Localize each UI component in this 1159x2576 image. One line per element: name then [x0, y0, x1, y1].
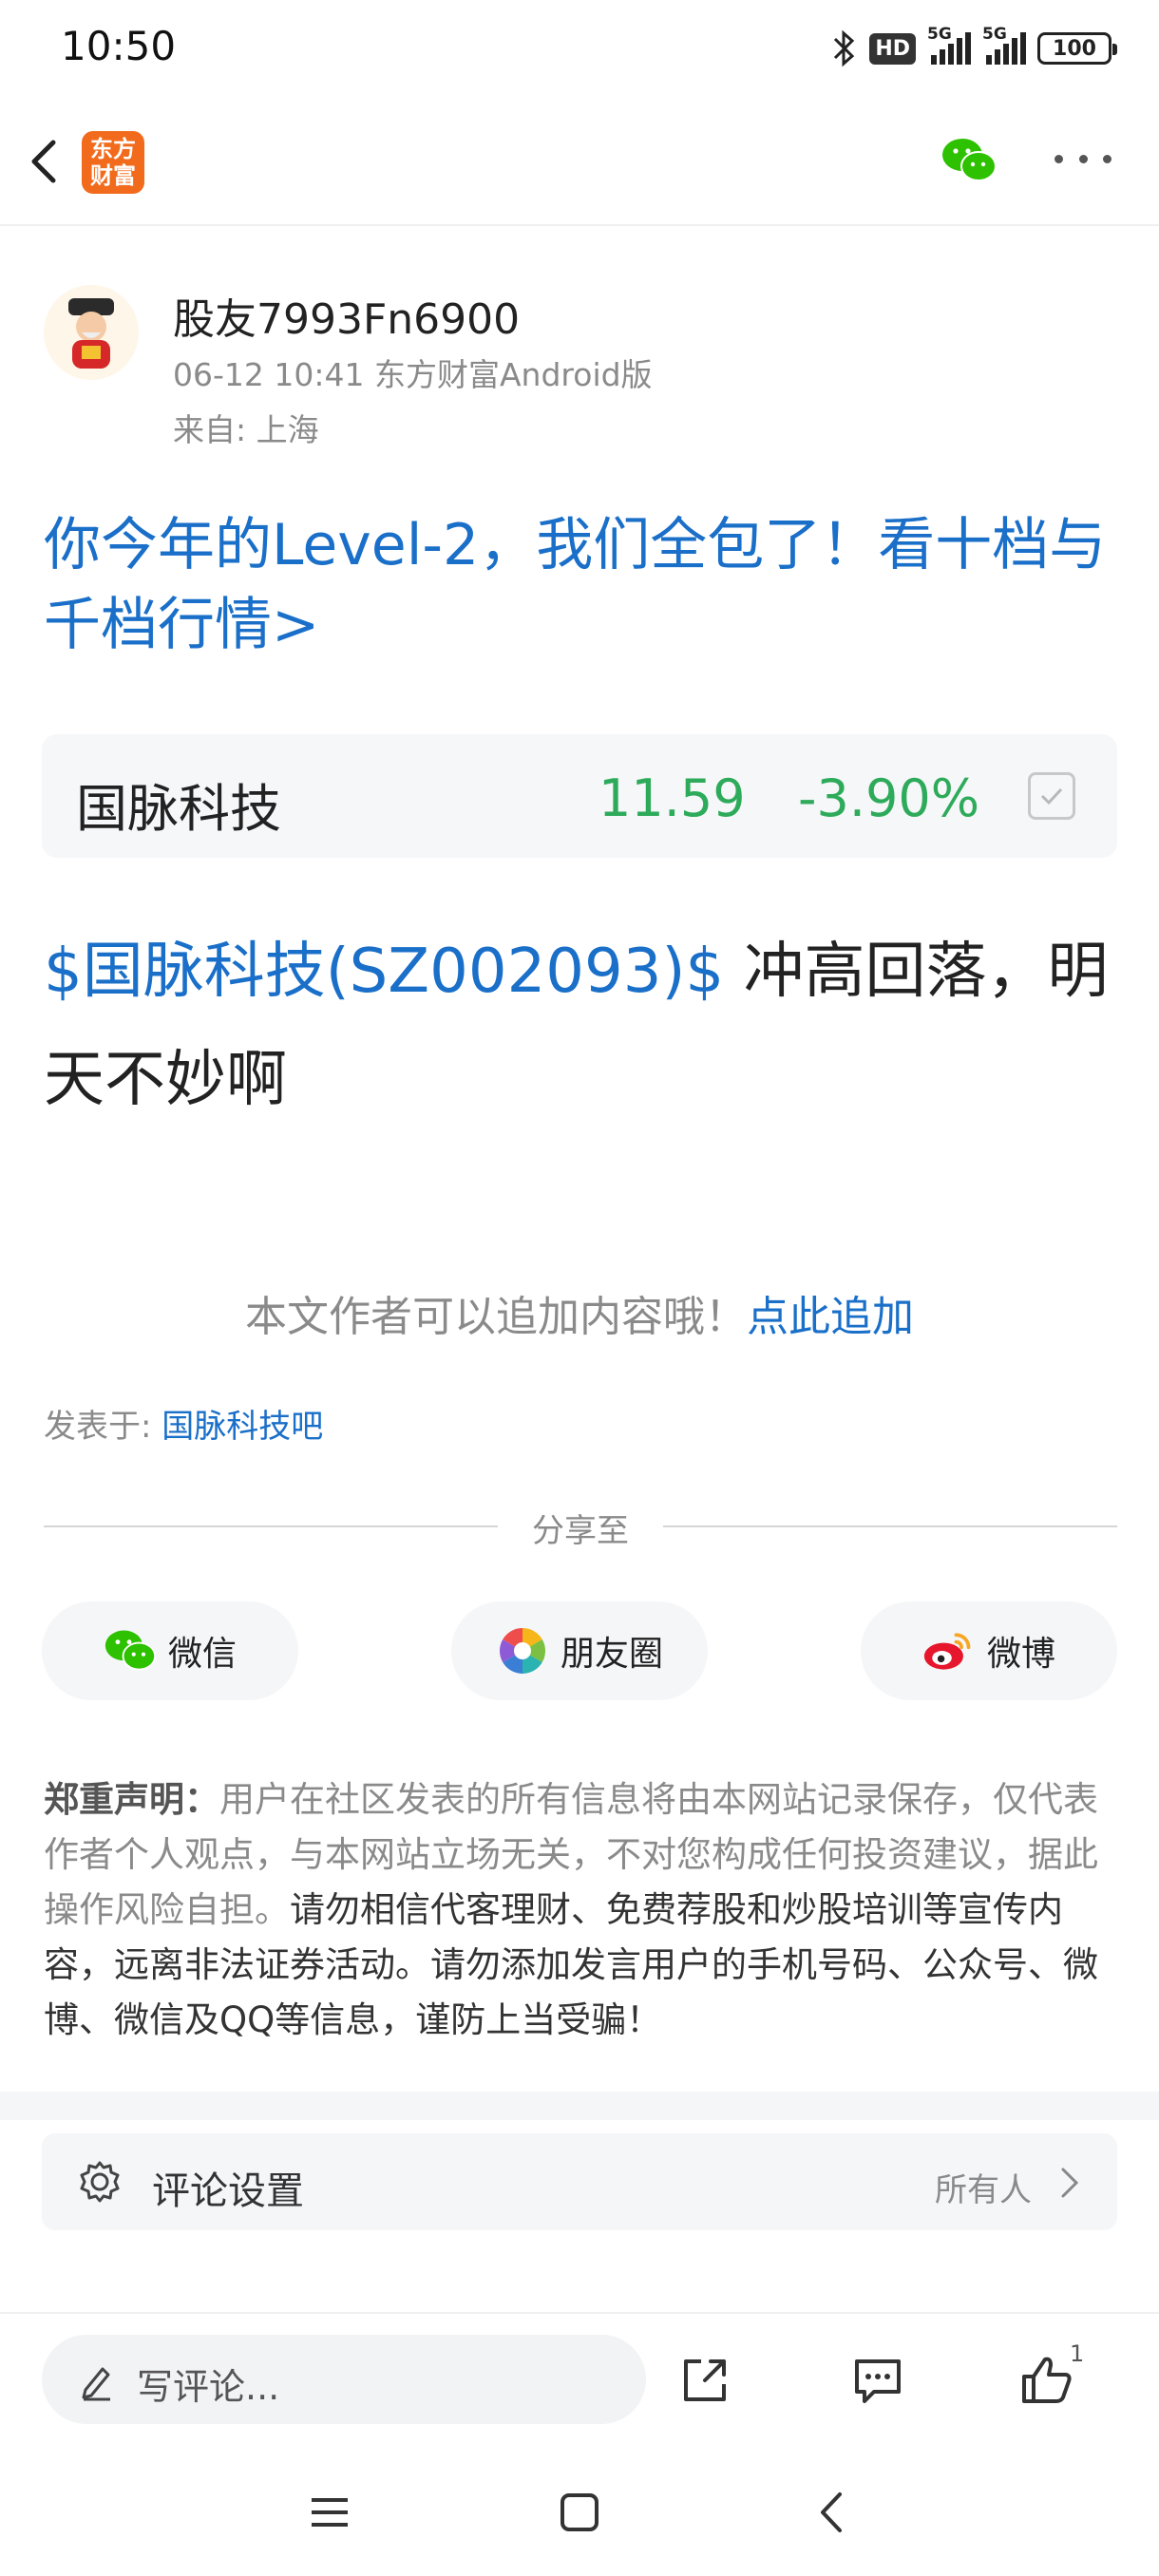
wechat-share-icon[interactable] [940, 135, 998, 186]
comment-settings-value: 所有人 [935, 2171, 1032, 2209]
stock-tag-link[interactable]: $国脉科技(SZ002093)$ [44, 937, 724, 1007]
more-options-icon[interactable] [1054, 144, 1112, 173]
back-icon[interactable] [21, 133, 68, 190]
comment-icon[interactable] [849, 2352, 906, 2409]
stock-quote-card[interactable]: 国脉科技 11.59 -3.90% [42, 734, 1117, 858]
weibo-icon [923, 1633, 971, 1670]
share-divider: 分享至 [44, 1505, 1117, 1550]
share-moments-label: 朋友圈 [560, 1635, 663, 1674]
eastmoney-logo[interactable]: 东方 财富 [82, 131, 144, 194]
post-location: 来自: 上海 [173, 411, 319, 448]
signal-icon: 5G [982, 25, 1026, 65]
level2-promo-link[interactable]: 你今年的Level-2，我们全包了！看十档与千档行情> [44, 505, 1127, 665]
like-count: 1 [1070, 2340, 1085, 2367]
disclaimer: 郑重声明：用户在社区发表的所有信息将由本网站记录保存，仅代表作者个人观点，与本网… [44, 1772, 1119, 2048]
hd-badge: HD [869, 32, 916, 65]
gear-icon [80, 2161, 120, 2203]
section-divider [0, 2092, 1159, 2120]
battery-icon: 100 [1037, 32, 1117, 65]
bluetooth-icon [834, 29, 855, 67]
add-watchlist-checkbox-icon[interactable] [1028, 772, 1075, 820]
post-meta: 06-12 10:41 东方财富Android版 [173, 356, 653, 393]
share-label: 分享至 [532, 1512, 629, 1550]
stock-bar-link[interactable]: 国脉科技吧 [162, 1408, 323, 1446]
app-header: 东方 财富 [0, 95, 1159, 226]
back-nav-icon[interactable] [809, 2489, 857, 2536]
comment-input[interactable]: 写评论... [42, 2335, 646, 2424]
status-icons: HD 5G 5G 100 [829, 25, 1117, 72]
append-content-tip: 本文作者可以追加内容哦！点此追加 [0, 1282, 1159, 1343]
stock-change: -3.90% [798, 768, 980, 828]
stock-name: 国脉科技 [76, 779, 281, 839]
stock-price: 11.59 [598, 768, 746, 828]
thumbs-up-icon[interactable] [1018, 2352, 1075, 2409]
comment-placeholder: 写评论... [137, 2366, 280, 2408]
share-wechat-label: 微信 [167, 1635, 237, 1674]
append-content-link[interactable]: 点此追加 [747, 1293, 914, 1341]
posted-in: 发表于: 国脉科技吧 [44, 1400, 323, 1447]
status-time: 10:50 [61, 23, 177, 69]
bottom-action-bar: 写评论... 1 [0, 2312, 1159, 2445]
status-bar: 10:50 HD 5G 5G 100 [0, 0, 1159, 95]
share-weibo-label: 微博 [986, 1635, 1055, 1674]
comment-settings-label: 评论设置 [152, 2169, 304, 2213]
avatar[interactable] [44, 285, 139, 380]
share-icon[interactable] [676, 2352, 733, 2409]
wechat-icon [104, 1630, 157, 1671]
menu-icon[interactable] [306, 2489, 353, 2536]
post-content: $国脉科技(SZ002093)$ 冲高回落，明天不妙啊 [44, 918, 1117, 1134]
posted-in-label: 发表于: [44, 1408, 162, 1446]
author-name[interactable]: 股友7993Fn6900 [173, 285, 520, 346]
append-tip-text: 本文作者可以追加内容哦！ [245, 1293, 747, 1341]
system-nav-bar [0, 2445, 1159, 2576]
signal-icon: 5G [927, 25, 971, 65]
share-weibo-button[interactable]: 微博 [861, 1601, 1117, 1700]
disclaimer-lead: 郑重声明： [44, 1779, 219, 1820]
home-icon[interactable] [556, 2489, 603, 2536]
god-of-wealth-avatar-icon [44, 285, 139, 380]
comment-settings-row[interactable]: 评论设置 所有人 [42, 2133, 1117, 2230]
chevron-right-icon [1061, 2168, 1079, 2198]
moments-icon [499, 1628, 545, 1674]
pen-icon [82, 2367, 110, 2401]
share-wechat-button[interactable]: 微信 [42, 1601, 298, 1700]
share-moments-button[interactable]: 朋友圈 [451, 1601, 708, 1700]
